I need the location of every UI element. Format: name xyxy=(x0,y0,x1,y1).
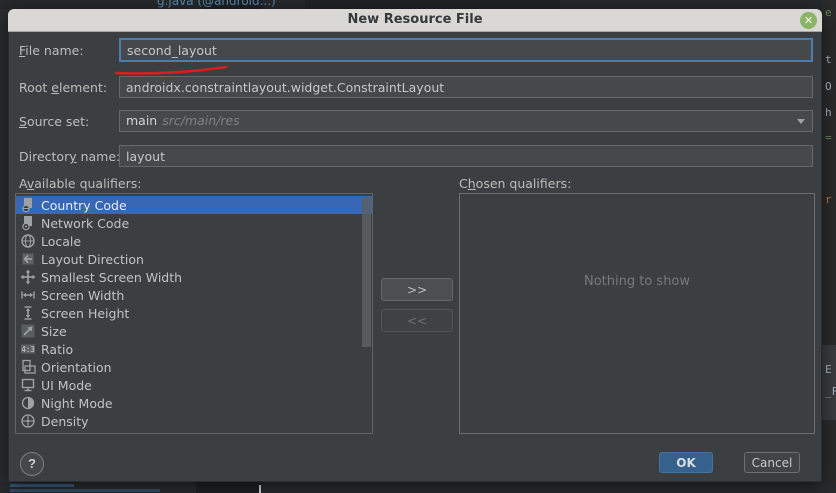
background-code-fragment: O xyxy=(825,80,832,93)
list-scrollbar-thumb[interactable] xyxy=(362,197,371,347)
directory-name-label: Directory name: xyxy=(19,149,120,164)
qualifier-item-ui-mode[interactable]: UI Mode xyxy=(16,376,372,394)
qualifier-item-screen-height[interactable]: Screen Height xyxy=(16,304,372,322)
size-icon xyxy=(20,323,36,339)
ratio-icon: 4:3 xyxy=(20,341,36,357)
qualifier-item-locale[interactable]: Locale xyxy=(16,232,372,250)
background-console-fragment xyxy=(10,489,160,492)
background-code-fragment: e xyxy=(825,6,832,19)
background-code-fragment: t xyxy=(825,53,832,66)
qualifier-item-smallest-screen-width[interactable]: Smallest Screen Width xyxy=(16,268,372,286)
root-element-label: Root element: xyxy=(19,80,107,95)
qualifier-item-label: UI Mode xyxy=(41,378,92,393)
qualifier-item-night-mode[interactable]: Night Mode xyxy=(16,394,372,412)
dialog-titlebar[interactable]: New Resource File ✕ xyxy=(8,9,822,32)
qualifier-item-layout-direction[interactable]: Layout Direction xyxy=(16,250,372,268)
source-set-value: main xyxy=(126,113,157,128)
qualifier-item-country-code[interactable]: Country Code xyxy=(16,196,372,214)
cancel-button[interactable]: Cancel xyxy=(744,452,800,473)
svg-text:4:3: 4:3 xyxy=(21,345,35,354)
qualifier-item-label: Screen Height xyxy=(41,306,129,321)
list-scrollbar[interactable] xyxy=(362,196,371,433)
locale-icon xyxy=(20,233,36,249)
qualifier-item-density[interactable]: Density xyxy=(16,412,372,430)
density-icon xyxy=(20,413,36,429)
ok-button[interactable]: OK xyxy=(659,452,713,473)
help-button[interactable]: ? xyxy=(20,452,44,476)
file-name-input[interactable] xyxy=(119,38,813,62)
source-set-combobox[interactable]: main src/main/res xyxy=(119,110,813,132)
qualifier-item-size[interactable]: Size xyxy=(16,322,372,340)
qualifier-item-label: Density xyxy=(41,414,89,429)
background-code-fragment: h xyxy=(825,106,832,119)
chevron-down-icon[interactable] xyxy=(797,119,805,124)
qualifier-item-label: Network Code xyxy=(41,216,129,231)
screen-width-icon xyxy=(20,287,36,303)
country-code-icon xyxy=(20,197,36,213)
file-name-label: File name: xyxy=(19,43,84,58)
background-caret-fragment xyxy=(259,485,261,493)
close-icon[interactable]: ✕ xyxy=(800,12,817,29)
background-ide-bottom-strip xyxy=(0,482,836,493)
orientation-icon xyxy=(20,359,36,375)
dialog-body: File name: Root element: Source set: mai… xyxy=(8,32,822,482)
qualifier-item-label: Locale xyxy=(41,234,81,249)
empty-list-text: Nothing to show xyxy=(460,274,814,289)
night-mode-icon xyxy=(20,395,36,411)
dialog-title: New Resource File xyxy=(8,12,822,27)
background-editor-panel-fragment xyxy=(822,345,836,420)
source-set-label: Source set: xyxy=(19,114,89,129)
background-tab-divider xyxy=(305,0,560,9)
qualifier-item-label: Orientation xyxy=(41,360,112,375)
qualifier-item-label: Screen Width xyxy=(41,288,124,303)
background-code-fragment: = xyxy=(825,131,832,144)
background-code-fragment: r xyxy=(825,193,832,206)
ui-mode-icon xyxy=(20,377,36,393)
layout-direction-icon xyxy=(20,251,36,267)
background-statusbar-segment xyxy=(196,482,260,493)
qualifier-item-label: Country Code xyxy=(41,198,127,213)
background-editor-right-strip: e t Oh = r E _F xyxy=(822,0,836,493)
background-code-fragment: _F xyxy=(825,385,836,398)
root-element-input[interactable] xyxy=(119,76,813,98)
add-qualifier-button[interactable]: >> xyxy=(381,278,453,301)
available-qualifiers-label: Available qualifiers: xyxy=(19,176,141,191)
background-ide-top-strip: g.java (@android...) xyxy=(0,0,836,9)
network-code-icon xyxy=(20,215,36,231)
smallest-screen-width-icon xyxy=(20,269,36,285)
source-set-path-hint: src/main/res xyxy=(162,113,240,128)
qualifier-item-ratio[interactable]: 4:3 Ratio xyxy=(16,340,372,358)
qualifier-item-label: Ratio xyxy=(41,342,73,357)
qualifier-item-label: Night Mode xyxy=(41,396,113,411)
qualifier-item-label: Layout Direction xyxy=(41,252,144,267)
qualifier-item-label: Size xyxy=(41,324,67,339)
qualifier-item-network-code[interactable]: Network Code xyxy=(16,214,372,232)
qualifier-item-screen-width[interactable]: Screen Width xyxy=(16,286,372,304)
chosen-qualifiers-label: Chosen qualifiers: xyxy=(459,176,571,191)
chosen-qualifiers-panel[interactable]: Nothing to show xyxy=(459,193,815,434)
remove-qualifier-button[interactable]: << xyxy=(381,309,453,332)
new-resource-file-dialog: New Resource File ✕ File name: Root elem… xyxy=(8,9,822,482)
background-console-fragment xyxy=(10,484,74,487)
background-editor-tab-fragment: g.java (@android...) xyxy=(157,0,276,8)
background-code-fragment: E xyxy=(825,363,832,376)
available-qualifiers-list[interactable]: Country Code Network Code Locale Layout Dir… xyxy=(15,193,373,434)
red-underline-annotation xyxy=(109,61,249,77)
qualifier-item-orientation[interactable]: Orientation xyxy=(16,358,372,376)
screen-height-icon xyxy=(20,305,36,321)
qualifier-item-label: Smallest Screen Width xyxy=(41,270,182,285)
directory-name-input[interactable] xyxy=(119,145,813,167)
